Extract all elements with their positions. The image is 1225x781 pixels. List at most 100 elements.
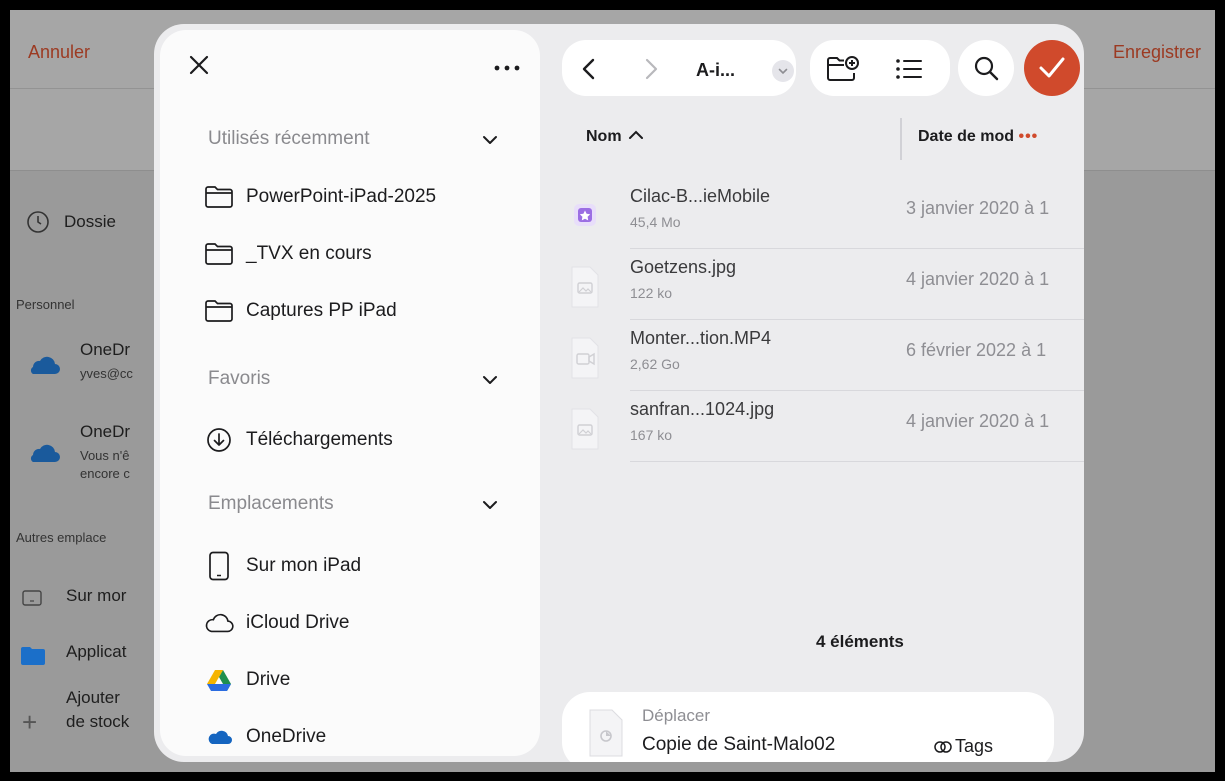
applications-item[interactable]: Applicat xyxy=(66,642,126,662)
date-column-header[interactable]: Date de mod ••• xyxy=(918,128,1038,146)
file-date: 3 janvier 2020 à 1 xyxy=(906,198,1050,218)
download-icon xyxy=(204,425,234,455)
ipad-icon xyxy=(204,551,234,581)
sidebar-item-recent[interactable]: _TVX en cours xyxy=(204,237,372,271)
column-label: Nom xyxy=(586,128,622,145)
picker-sidebar: Utilisés récemment PowerPoint-iPad-2025 … xyxy=(160,30,540,756)
sidebar-item-label: iCloud Drive xyxy=(246,612,350,633)
file-browser: A-i... Nom Date de mod ••• Cilac-B...ieM… xyxy=(548,24,1084,762)
onedrive-account-note: Vous n'ê xyxy=(80,448,130,463)
sidebar-item-label: _TVX en cours xyxy=(246,243,372,264)
video-file-icon xyxy=(566,336,604,380)
file-name: sanfran...1024.jpg xyxy=(630,399,775,419)
plus-icon: + xyxy=(22,707,38,737)
file-date: 4 janvier 2020 à 1 xyxy=(906,411,1050,431)
onedrive-account-email: yves@cc xyxy=(80,366,133,381)
app-file-icon xyxy=(566,194,604,238)
recent-folder-label[interactable]: Dossie xyxy=(64,212,116,232)
ipad-icon xyxy=(22,590,42,611)
file-row[interactable]: Goetzens.jpg 122 ko 4 janvier 2020 à 1 xyxy=(548,249,1084,320)
clock-icon xyxy=(26,210,50,239)
file-size: 122 ko xyxy=(630,285,673,301)
other-locations-section-label: Autres emplace xyxy=(16,530,107,545)
on-my-device-item[interactable]: Sur mor xyxy=(66,586,126,606)
item-count: 4 éléments xyxy=(816,632,904,651)
image-file-icon xyxy=(566,265,604,309)
onedrive-account-name[interactable]: OneDr xyxy=(80,422,130,442)
onedrive-icon xyxy=(204,722,234,752)
confirm-button[interactable] xyxy=(1024,40,1080,96)
sidebar-item-label: OneDrive xyxy=(246,726,327,747)
document-name[interactable]: Copie de Saint-Malo02 xyxy=(642,734,835,756)
file-name: Goetzens.jpg xyxy=(630,257,737,277)
file-date: 4 janvier 2020 à 1 xyxy=(906,269,1050,289)
file-name: Cilac-B...ieMobile xyxy=(630,186,771,206)
google-drive-icon xyxy=(204,665,234,695)
sidebar-item-label: PowerPoint-iPad-2025 xyxy=(246,186,437,207)
file-size: 45,4 Mo xyxy=(630,214,681,230)
sort-up-chevron-icon xyxy=(629,130,644,139)
folder-icon xyxy=(204,182,234,212)
current-folder-title[interactable]: A-i... xyxy=(696,60,735,81)
file-row[interactable]: Monter...tion.MP4 2,62 Go 6 février 2022… xyxy=(548,320,1084,391)
sidebar-item-google-drive[interactable]: Drive xyxy=(204,663,290,697)
more-icon[interactable] xyxy=(492,60,522,78)
sidebar-item-onedrive[interactable]: OneDrive xyxy=(204,720,326,754)
favorites-section-title: Favoris xyxy=(208,368,271,389)
tags-icon xyxy=(934,740,952,753)
onedrive-account-note: encore c xyxy=(80,466,130,481)
back-chevron-icon[interactable] xyxy=(574,54,604,84)
onedrive-icon xyxy=(24,354,60,381)
save-destination-card: Déplacer Copie de Saint-Malo02 Tags xyxy=(562,692,1054,762)
file-size: 2,62 Go xyxy=(630,356,680,372)
recent-section-title: Utilisés récemment xyxy=(208,128,370,149)
save-button[interactable]: Enregistrer xyxy=(1113,42,1201,63)
tags-label: Tags xyxy=(955,736,994,756)
file-date: 6 février 2022 à 1 xyxy=(906,340,1047,360)
tags-button[interactable]: Tags xyxy=(934,736,993,757)
folder-menu-chevron-icon[interactable] xyxy=(772,60,794,82)
sidebar-item-label: Téléchargements xyxy=(246,429,393,450)
row-divider xyxy=(630,461,1084,462)
sidebar-item-label: Sur mon iPad xyxy=(246,555,362,576)
chevron-down-icon[interactable] xyxy=(480,130,500,150)
forward-chevron-icon[interactable] xyxy=(636,54,666,84)
locations-section-title: Emplacements xyxy=(208,493,334,514)
list-view-icon[interactable] xyxy=(892,54,926,84)
cancel-button[interactable]: Annuler xyxy=(28,42,90,63)
new-folder-icon[interactable] xyxy=(824,52,862,86)
sidebar-item-downloads[interactable]: Téléchargements xyxy=(204,423,393,457)
sidebar-item-recent[interactable]: PowerPoint-iPad-2025 xyxy=(204,180,436,214)
document-thumbnail-icon xyxy=(588,708,624,762)
cloud-icon xyxy=(204,608,234,638)
folder-icon xyxy=(20,646,46,671)
file-name: Monter...tion.MP4 xyxy=(630,328,772,348)
chevron-down-icon[interactable] xyxy=(480,370,500,390)
sidebar-item-icloud-drive[interactable]: iCloud Drive xyxy=(204,606,349,640)
name-column-header[interactable]: Nom xyxy=(586,128,644,146)
chevron-down-icon[interactable] xyxy=(480,495,500,515)
folder-icon xyxy=(204,296,234,326)
column-divider xyxy=(900,118,902,160)
file-size: 167 ko xyxy=(630,427,673,443)
add-storage-item[interactable]: Ajouter xyxy=(66,688,120,708)
file-row[interactable]: sanfran...1024.jpg 167 ko 4 janvier 2020… xyxy=(548,391,1084,462)
ipad-screen: Annuler Enregistrer Dossie Personnel One… xyxy=(10,10,1215,772)
sidebar-item-on-my-ipad[interactable]: Sur mon iPad xyxy=(204,549,361,583)
file-picker: Utilisés récemment PowerPoint-iPad-2025 … xyxy=(154,24,1084,762)
folder-icon xyxy=(204,239,234,269)
background-sidebar: Dossie Personnel OneDr yves@cc OneDr Vou… xyxy=(10,172,170,772)
personal-section-label: Personnel xyxy=(16,297,75,312)
close-icon[interactable] xyxy=(186,52,212,83)
add-storage-item-line2: de stock xyxy=(66,712,130,731)
onedrive-icon xyxy=(24,442,60,469)
column-label: Date de mod xyxy=(918,128,1015,145)
search-icon[interactable] xyxy=(968,52,1004,84)
sidebar-item-recent[interactable]: Captures PP iPad xyxy=(204,294,397,328)
file-row[interactable]: Cilac-B...ieMobile 45,4 Mo 3 janvier 202… xyxy=(548,178,1084,249)
image-file-icon xyxy=(566,407,604,451)
onedrive-account-name[interactable]: OneDr xyxy=(80,340,130,360)
more-dots-icon: ••• xyxy=(1018,128,1039,145)
sidebar-item-label: Drive xyxy=(246,669,291,690)
move-action-label[interactable]: Déplacer xyxy=(642,706,710,726)
